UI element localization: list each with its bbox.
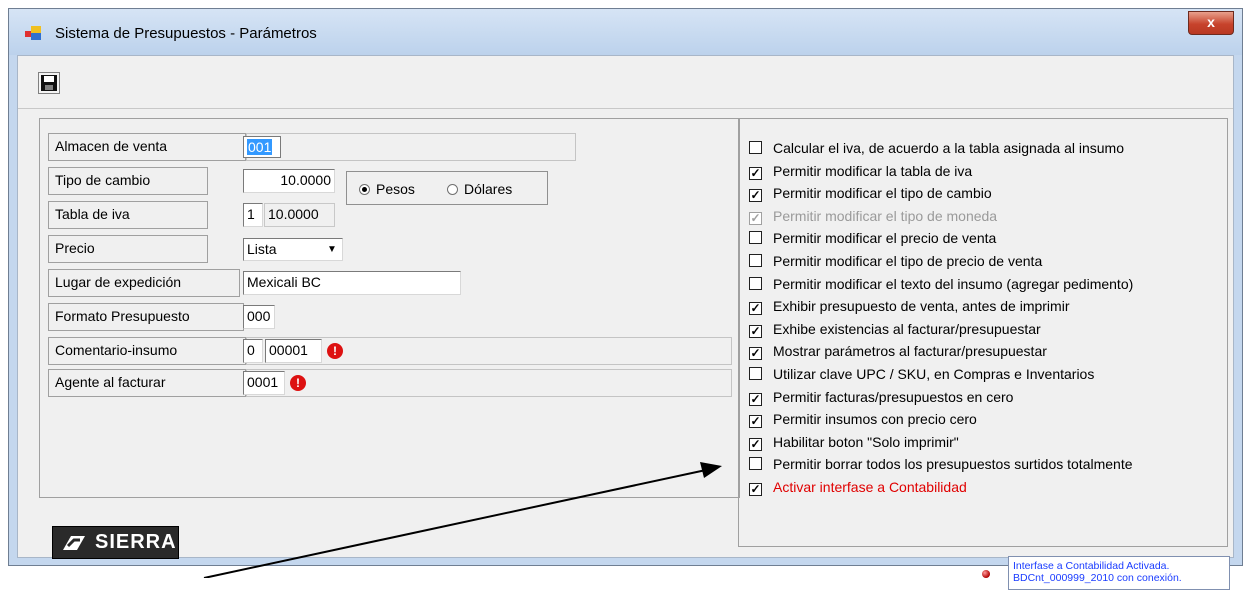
- option-row[interactable]: ✓ Habilitar boton "Solo imprimir": [749, 431, 959, 453]
- option-label: Permitir facturas/presupuestos en cero: [773, 388, 1014, 405]
- chevron-down-icon[interactable]: ▼: [323, 240, 341, 259]
- radio-dolares[interactable]: Dólares: [447, 181, 512, 197]
- option-checkbox[interactable]: ✓: [749, 392, 762, 406]
- app-window: Sistema de Presupuestos - Parámetros x A…: [8, 8, 1243, 590]
- option-label: Exhibir presupuesto de venta, antes de i…: [773, 298, 1070, 315]
- radio-pesos-dot[interactable]: [359, 184, 370, 195]
- status-led-icon: [982, 570, 990, 578]
- tabla-iva-value-input[interactable]: 10.0000: [264, 203, 335, 227]
- option-checkbox[interactable]: ✓: [749, 415, 762, 429]
- option-checkbox[interactable]: [749, 276, 762, 290]
- window-title: Sistema de Presupuestos - Parámetros: [55, 25, 317, 42]
- option-row[interactable]: ✓ Exhibe existencias al facturar/presupue…: [749, 318, 1041, 340]
- option-checkbox[interactable]: ✓: [749, 347, 762, 361]
- option-label: Activar interfase a Contabilidad: [773, 479, 967, 495]
- title-bar[interactable]: Sistema de Presupuestos - Parámetros x: [9, 9, 1242, 55]
- formato-input[interactable]: 000: [243, 305, 275, 329]
- sierra-logo: SIERRA: [52, 526, 179, 559]
- radio-pesos-label: Pesos: [376, 181, 415, 197]
- save-button[interactable]: [38, 72, 60, 94]
- radio-dolares-dot[interactable]: [447, 184, 458, 195]
- close-button[interactable]: x: [1188, 11, 1234, 35]
- option-row[interactable]: Permitir modificar el precio de venta: [749, 227, 996, 249]
- formato-label: Formato Presupuesto: [48, 303, 244, 331]
- option-row[interactable]: Calcular el iva, de acuerdo a la tabla a…: [749, 137, 1124, 159]
- option-label: Permitir borrar todos los presupuestos s…: [773, 456, 1133, 473]
- almacen-strip: [246, 133, 576, 161]
- option-label: Mostrar parámetros al facturar/presupues…: [773, 343, 1047, 360]
- option-row[interactable]: ✓ Permitir insumos con precio cero: [749, 408, 977, 430]
- option-checkbox[interactable]: [749, 457, 762, 471]
- option-checkbox[interactable]: [749, 231, 762, 245]
- option-row[interactable]: ✓ Permitir modificar la tabla de iva: [749, 160, 972, 182]
- option-row[interactable]: Permitir modificar el texto del insumo (…: [749, 273, 1133, 295]
- status-box: Interfase a Contabilidad Activada. BDCnt…: [1008, 556, 1230, 590]
- option-checkbox[interactable]: ✓: [749, 324, 762, 338]
- option-label: Permitir modificar el texto del insumo (…: [773, 275, 1134, 292]
- tabla-iva-label: Tabla de iva: [48, 201, 208, 229]
- client-area: Almacen de venta 001 Tipo de cambio 10.0…: [17, 55, 1234, 590]
- option-row[interactable]: ✓ Permitir facturas/presupuestos en cero: [749, 386, 1013, 408]
- option-checkbox[interactable]: ✓: [749, 483, 762, 496]
- logo-mark-icon: [63, 536, 85, 550]
- option-row[interactable]: ✓ Activar interfase a Contabilidad: [749, 476, 967, 498]
- toolbar-separator: [18, 108, 1233, 109]
- tabla-iva-num-input[interactable]: 1: [243, 203, 263, 227]
- option-checkbox[interactable]: ✓: [749, 302, 762, 316]
- agente-strip: [246, 369, 732, 397]
- lugar-input[interactable]: Mexicali BC: [243, 271, 461, 295]
- precio-select[interactable]: Lista ▼: [243, 238, 343, 261]
- option-row[interactable]: ✓ Exhibir presupuesto de venta, antes de …: [749, 295, 1069, 317]
- radio-dolares-label: Dólares: [464, 181, 513, 197]
- logo-text: SIERRA: [95, 531, 177, 553]
- comentario-num-input[interactable]: 0: [243, 339, 263, 363]
- option-label: Permitir modificar el precio de venta: [773, 230, 997, 247]
- almacen-value: 001: [247, 139, 273, 155]
- option-label: Calcular el iva, de acuerdo a la tabla a…: [773, 140, 1124, 156]
- option-label: Permitir modificar la tabla de iva: [773, 162, 973, 179]
- option-checkbox[interactable]: ✓: [749, 166, 762, 180]
- app-icon: [25, 26, 41, 40]
- option-label: Permitir insumos con precio cero: [773, 411, 977, 428]
- precio-value: Lista: [247, 241, 277, 257]
- option-label: Permitir modificar el tipo de cambio: [773, 185, 992, 202]
- option-checkbox[interactable]: [749, 367, 762, 380]
- option-checkbox[interactable]: ✓: [749, 437, 762, 451]
- status-line-1: Interfase a Contabilidad Activada.: [1013, 560, 1170, 572]
- option-label: Permitir modificar el tipo de moneda: [773, 207, 998, 224]
- option-row[interactable]: ✓ Permitir modificar el tipo de moneda: [749, 205, 997, 227]
- option-label: Utilizar clave UPC / SKU, en Compras e I…: [773, 366, 1095, 382]
- option-label: Permitir modificar el tipo de precio de …: [773, 253, 1043, 269]
- agente-label: Agente al facturar: [48, 369, 246, 397]
- moneda-radio-group: Pesos Dólares: [346, 171, 548, 205]
- lugar-label: Lugar de expedición: [48, 269, 240, 297]
- radio-pesos[interactable]: Pesos: [359, 181, 415, 197]
- option-checkbox[interactable]: [749, 254, 762, 267]
- option-checkbox[interactable]: [749, 141, 762, 154]
- comentario-alert-icon: !: [327, 343, 343, 359]
- option-row[interactable]: ✓ Mostrar parámetros al facturar/presupue…: [749, 340, 1047, 362]
- status-line-2: BDCnt_000999_2010 con conexión.: [1013, 572, 1182, 584]
- tipo-cambio-input[interactable]: 10.0000: [243, 169, 335, 193]
- option-row[interactable]: Permitir modificar el tipo de precio de …: [749, 250, 1042, 272]
- almacen-input[interactable]: 001: [243, 136, 281, 158]
- agente-alert-icon: !: [290, 375, 306, 391]
- option-row[interactable]: Permitir borrar todos los presupuestos s…: [749, 453, 1133, 475]
- floppy-disk-icon: [41, 75, 57, 91]
- agente-input[interactable]: 0001: [243, 371, 285, 395]
- comentario-label: Comentario-insumo: [48, 337, 246, 365]
- option-checkbox: ✓: [749, 210, 762, 225]
- option-row[interactable]: Utilizar clave UPC / SKU, en Compras e I…: [749, 363, 1094, 385]
- comentario-value-input[interactable]: 00001: [265, 339, 322, 363]
- option-label: Habilitar boton "Solo imprimir": [773, 433, 959, 450]
- precio-label: Precio: [48, 235, 208, 263]
- almacen-label: Almacen de venta: [48, 133, 246, 161]
- general-parameters-panel: Almacen de venta 001 Tipo de cambio 10.0…: [39, 118, 740, 498]
- option-label: Exhibe existencias al facturar/presupues…: [773, 320, 1041, 337]
- tipo-cambio-label: Tipo de cambio: [48, 167, 208, 195]
- option-checkbox[interactable]: ✓: [749, 189, 762, 203]
- option-row[interactable]: ✓ Permitir modificar el tipo de cambio: [749, 182, 992, 204]
- options-panel: Calcular el iva, de acuerdo a la tabla a…: [738, 118, 1228, 547]
